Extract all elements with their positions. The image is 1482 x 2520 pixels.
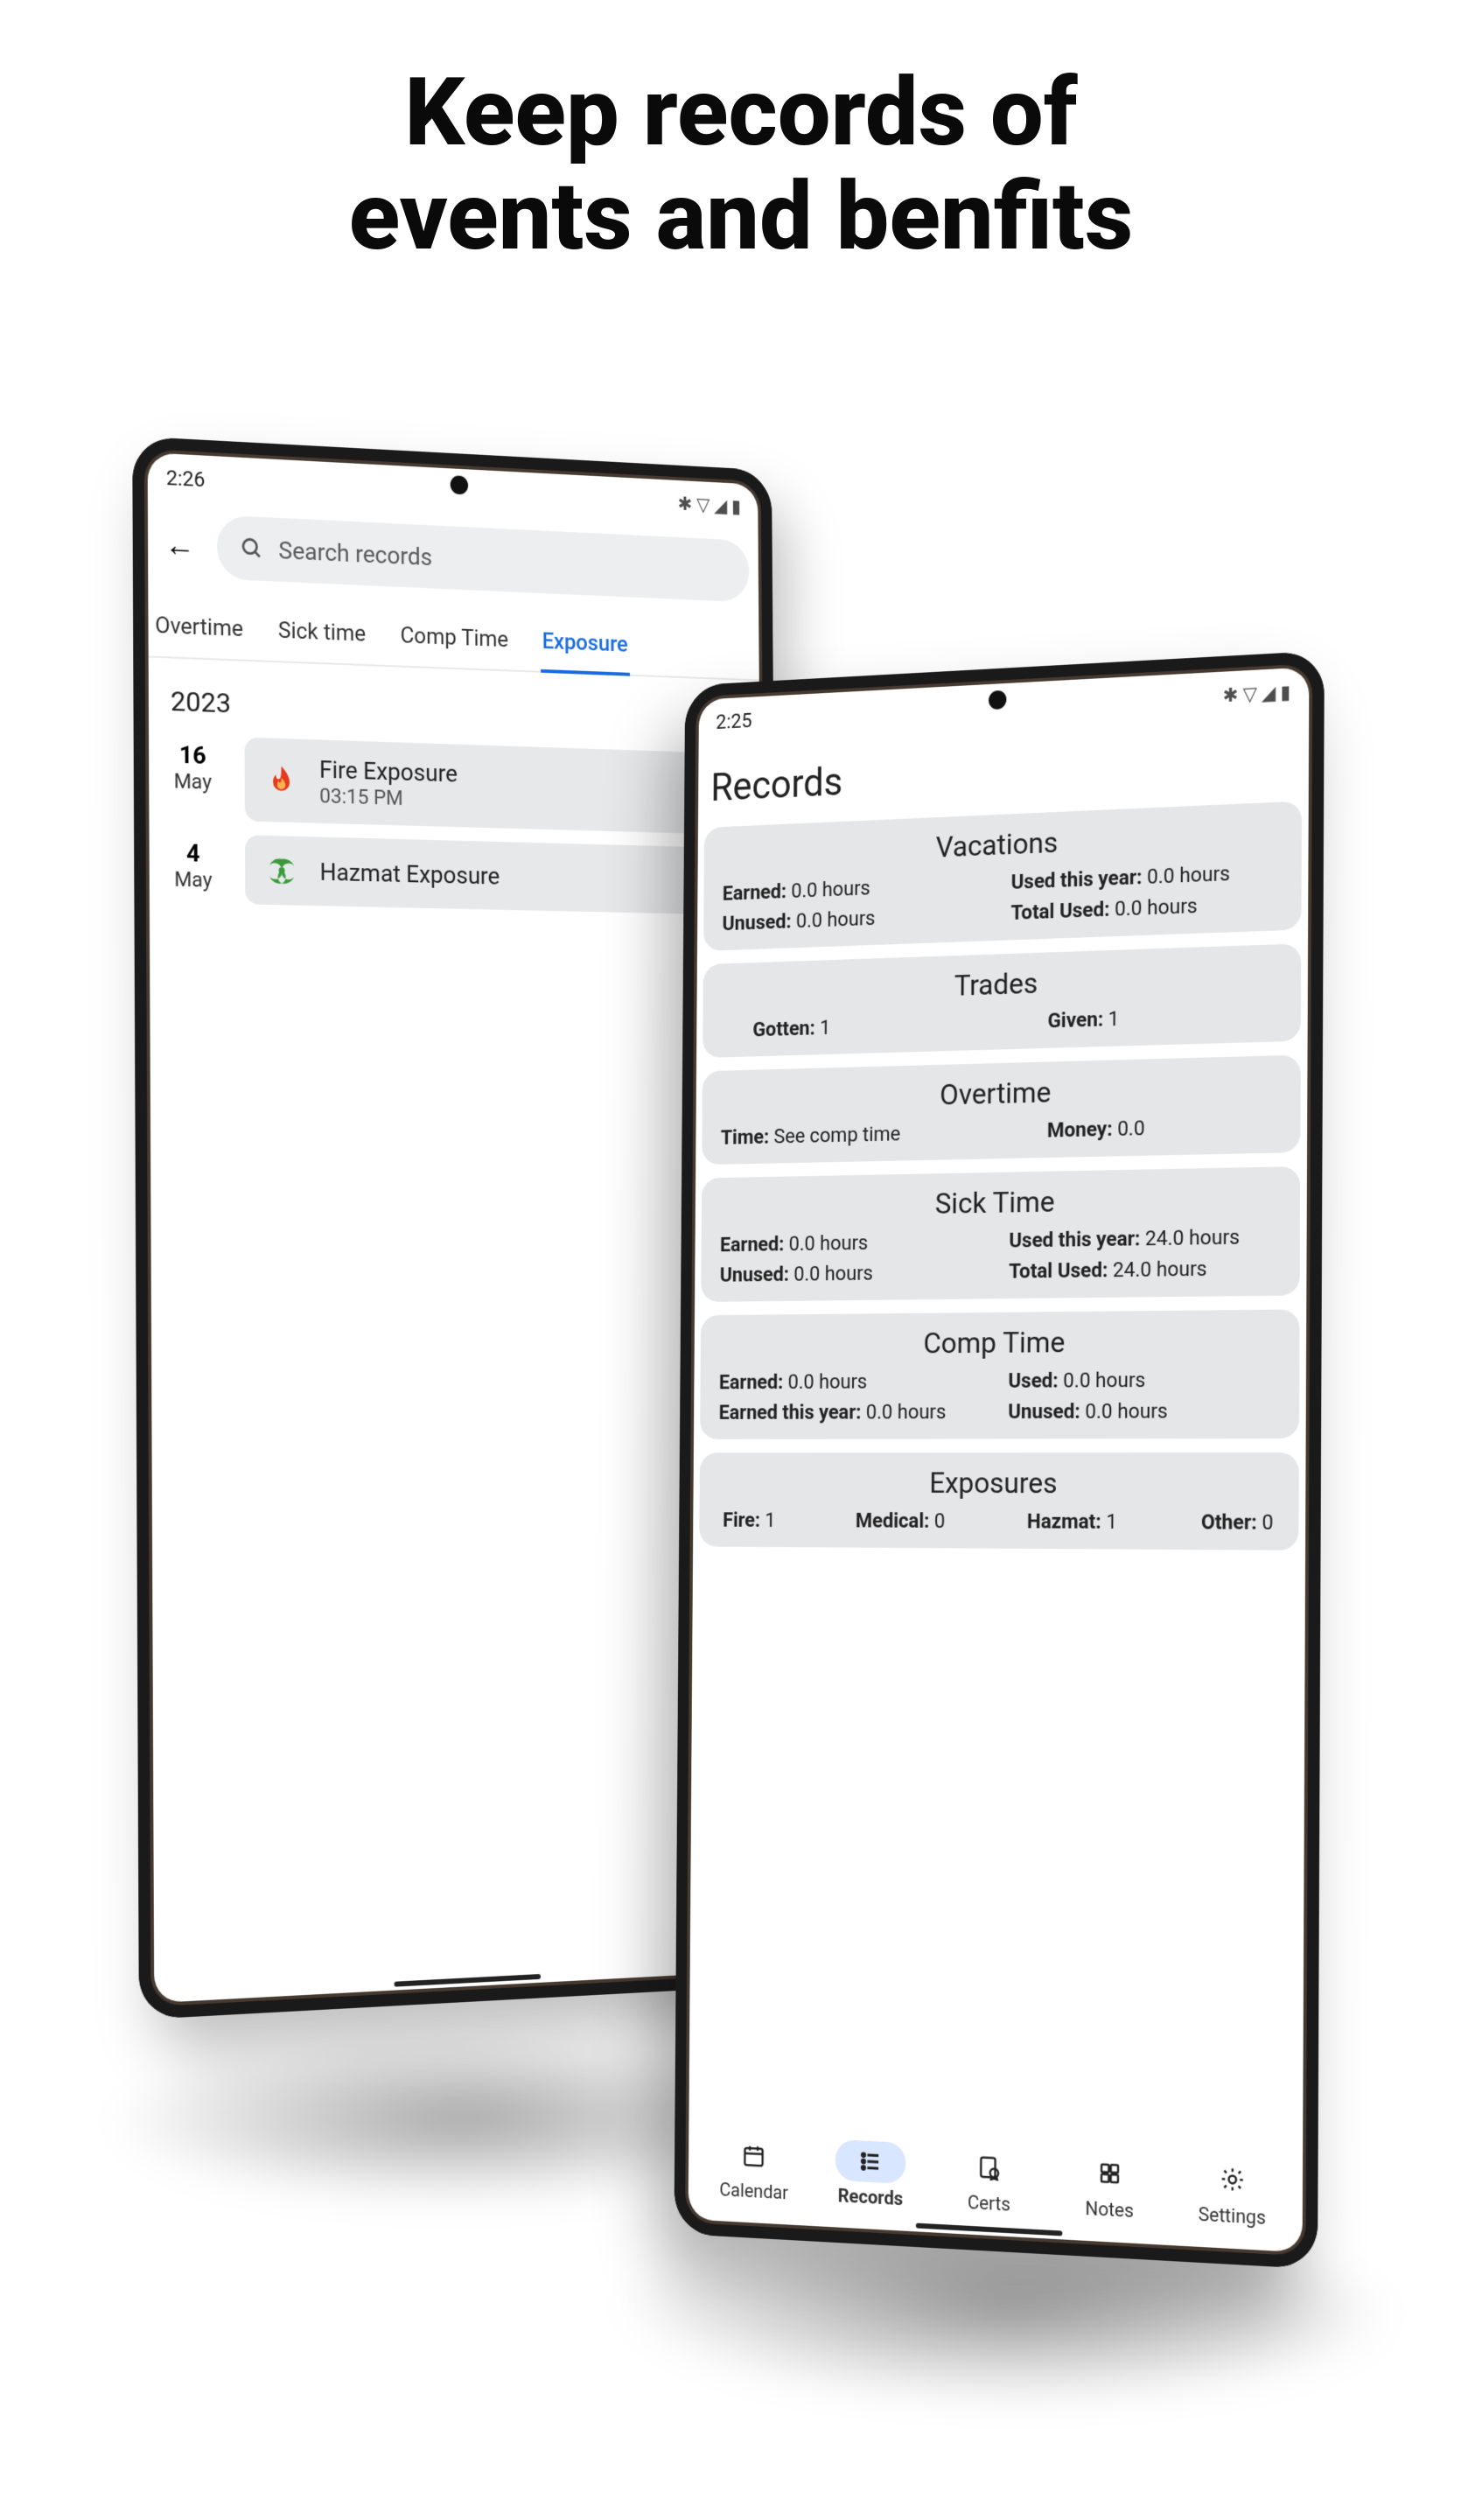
nav-calendar[interactable]: Calendar <box>719 2134 789 2204</box>
card-vacations[interactable]: Vacations Earned: 0.0 hours Used this ye… <box>703 802 1302 951</box>
bottom-nav: Calendar Records Certs Notes Settings <box>693 2121 1297 2236</box>
nav-label: Notes <box>1073 2198 1145 2223</box>
status-icons: ✱ ▽ ◢ ▮ <box>1223 682 1290 707</box>
card-sick-time[interactable]: Sick Time Earned: 0.0 hours Used this ye… <box>701 1166 1300 1302</box>
nav-label: Records <box>835 2186 906 2211</box>
marketing-headline: Keep records of events and benfits <box>0 61 1482 270</box>
event-date: 16 May <box>159 734 227 821</box>
status-time: 2:25 <box>716 709 751 734</box>
tab-exposure[interactable]: Exposure <box>541 620 630 676</box>
card-title: Sick Time <box>720 1180 1280 1224</box>
back-button[interactable]: ← <box>158 526 202 564</box>
notes-icon <box>1073 2151 1146 2196</box>
tab-sick-time[interactable]: Sick time <box>276 609 367 664</box>
gear-icon <box>1195 2157 1269 2202</box>
card-title: Exposures <box>718 1466 1279 1502</box>
card-exposures[interactable]: Exposures Fire: 1 Medical: 0 Hazmat: 1 O… <box>699 1452 1299 1550</box>
gesture-bar <box>916 2223 1063 2236</box>
calendar-icon <box>719 2134 789 2178</box>
card-title: Trades <box>722 958 1281 1011</box>
search-icon <box>241 536 264 561</box>
tab-comp-time[interactable]: Comp Time <box>399 614 511 670</box>
nav-label: Certs <box>953 2192 1024 2217</box>
card-title: Overtime <box>721 1069 1281 1117</box>
search-placeholder: Search records <box>278 536 432 570</box>
nav-label: Calendar <box>719 2180 788 2204</box>
headline-line-1: Keep records of <box>0 61 1482 165</box>
event-title: Hazmat Exposure <box>320 858 500 890</box>
hazmat-icon <box>263 851 300 890</box>
nav-records[interactable]: Records <box>835 2139 906 2210</box>
card-comp-time[interactable]: Comp Time Earned: 0.0 hours Used: 0.0 ho… <box>700 1309 1299 1438</box>
fire-icon <box>263 760 300 800</box>
headline-line-2: events and benfits <box>0 165 1482 270</box>
card-title: Comp Time <box>719 1324 1279 1362</box>
nav-certs[interactable]: Certs <box>953 2146 1024 2217</box>
event-time: 03:15 PM <box>319 784 458 812</box>
card-overtime[interactable]: Overtime Time: See comp time Money: 0.0 <box>702 1055 1300 1166</box>
status-icons: ✱ ▽ ◢ ▮ <box>678 494 741 518</box>
phone-records-summary: 2:25 ✱ ▽ ◢ ▮ Records Vacations Earned: 0… <box>674 651 1324 2270</box>
cert-icon <box>954 2146 1025 2190</box>
list-item[interactable]: 4 May Hazmat Exposure <box>134 827 775 924</box>
card-trades[interactable]: Trades Gotten: 1 Given: 1 <box>703 943 1301 1058</box>
status-time: 2:26 <box>166 466 206 492</box>
search-input[interactable]: Search records <box>217 514 750 602</box>
camera-hole <box>451 475 468 494</box>
event-title: Fire Exposure <box>319 755 458 788</box>
gesture-bar <box>394 1974 541 1987</box>
nav-label: Settings <box>1195 2204 1269 2230</box>
tab-overtime[interactable]: Overtime <box>153 604 245 660</box>
nav-settings[interactable]: Settings <box>1195 2157 1269 2230</box>
list-icon <box>835 2139 906 2184</box>
nav-notes[interactable]: Notes <box>1073 2151 1146 2223</box>
event-date: 4 May <box>159 833 227 904</box>
